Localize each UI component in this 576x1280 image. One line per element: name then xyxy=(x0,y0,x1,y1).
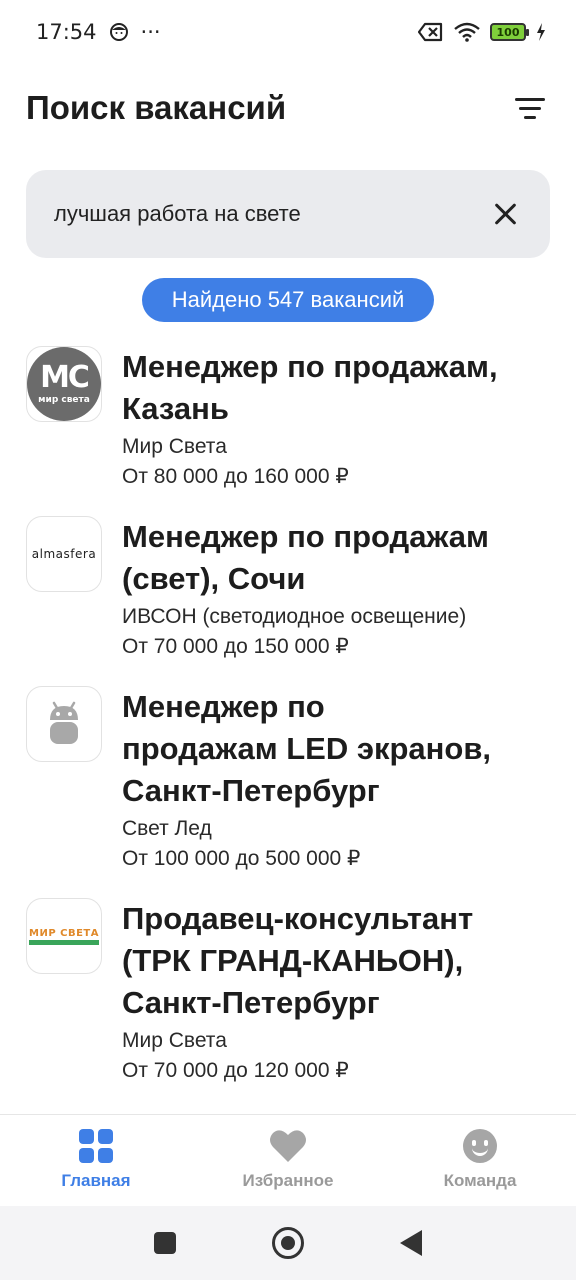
back-button[interactable] xyxy=(400,1230,422,1256)
mir-sveta-logo: МС мир света xyxy=(27,347,101,421)
job-text: Менеджер по продажам LED экранов, Санкт-… xyxy=(122,686,550,892)
smile-icon xyxy=(463,1129,497,1163)
notification-face-icon xyxy=(109,23,128,41)
battery-level: 100 xyxy=(496,25,520,39)
grid-icon xyxy=(79,1129,113,1163)
heart-icon xyxy=(270,1130,306,1162)
nav-favorites-label: Избранное xyxy=(242,1171,334,1190)
logo-text: МИР СВЕТА xyxy=(29,927,99,939)
battery-icon: 100 xyxy=(490,23,529,41)
job-title: Менеджер по продажам LED экранов, Санкт-… xyxy=(122,689,492,808)
app-header: Поиск вакансий xyxy=(0,80,576,136)
android-icon xyxy=(50,701,78,744)
page-title: Поиск вакансий xyxy=(26,89,287,126)
job-item[interactable]: Менеджер по продажам LED экранов, Санкт-… xyxy=(0,680,576,892)
search-query[interactable]: лучшая работа на свете xyxy=(54,201,490,227)
bottom-navigation: Главная Избранное Команда xyxy=(0,1114,576,1206)
nav-team-label: Команда xyxy=(443,1171,517,1190)
job-salary: От 70 000 до 150 000 ₽ xyxy=(122,635,349,658)
job-text: Продавец-консультант (ТРК ГРАНД-КАНЬОН),… xyxy=(122,898,550,1104)
almasfera-logo: almasfera xyxy=(31,547,97,561)
job-item[interactable]: МС мир света Менеджер по продажам, Казан… xyxy=(0,340,576,510)
filter-button[interactable] xyxy=(510,88,550,128)
job-company: Мир Света xyxy=(122,435,227,458)
status-time: 17:54 xyxy=(36,20,97,44)
job-item[interactable]: almasfera Менеджер по продажам (свет), С… xyxy=(0,510,576,680)
status-bar: 17:54 ··· 100 xyxy=(0,0,576,64)
mir-sveta-store-logo: МИР СВЕТА xyxy=(29,928,99,945)
job-title: Менеджер по продажам (свет), Сочи xyxy=(122,519,489,596)
logo-mc-text: МС xyxy=(40,360,90,395)
recent-apps-button[interactable] xyxy=(154,1232,176,1254)
no-sim-icon xyxy=(418,22,443,42)
nav-home-label: Главная xyxy=(61,1171,131,1190)
company-logo: МИР СВЕТА xyxy=(26,898,102,974)
nav-home[interactable]: Главная xyxy=(0,1115,192,1206)
job-salary: От 100 000 до 500 000 ₽ xyxy=(122,847,361,870)
company-logo: almasfera xyxy=(26,516,102,592)
wifi-icon xyxy=(454,22,480,42)
job-company: Свет Лед xyxy=(122,817,212,840)
status-right: 100 xyxy=(418,22,546,42)
job-salary: От 80 000 до 160 000 ₽ xyxy=(122,465,349,488)
nav-favorites[interactable]: Избранное xyxy=(192,1115,384,1206)
system-navigation-bar xyxy=(0,1206,576,1280)
company-logo: МС мир света xyxy=(26,346,102,422)
job-item[interactable]: МИР СВЕТА Продавец-консультант (ТРК ГРАН… xyxy=(0,892,576,1104)
job-title: Продавец-консультант (ТРК ГРАНД-КАНЬОН),… xyxy=(122,901,474,1020)
job-title: Менеджер по продажам, Казань xyxy=(122,349,498,426)
home-button[interactable] xyxy=(272,1227,304,1259)
job-text: Менеджер по продажам, Казань Мир Света О… xyxy=(122,346,550,510)
filter-lines-icon xyxy=(515,97,545,101)
job-salary: От 70 000 до 120 000 ₽ xyxy=(122,1059,349,1082)
job-text: Менеджер по продажам (свет), Сочи ИВСОН … xyxy=(122,516,550,680)
job-company: Мир Света xyxy=(122,1029,227,1052)
company-logo xyxy=(26,686,102,762)
status-left: 17:54 ··· xyxy=(36,20,161,44)
logo-bar xyxy=(29,939,99,945)
results-count-badge: Найдено 547 вакансий xyxy=(142,278,434,322)
logo-sub-text: мир света xyxy=(38,395,90,405)
job-list: МС мир света Менеджер по продажам, Казан… xyxy=(0,340,576,1104)
nav-team[interactable]: Команда xyxy=(384,1115,576,1206)
job-company: ИВСОН (светодиодное освещение) xyxy=(122,605,467,628)
search-input[interactable]: лучшая работа на свете xyxy=(26,170,550,258)
charging-icon xyxy=(537,23,545,41)
more-notifications-icon: ··· xyxy=(140,20,161,44)
clear-search-button[interactable] xyxy=(490,198,522,230)
